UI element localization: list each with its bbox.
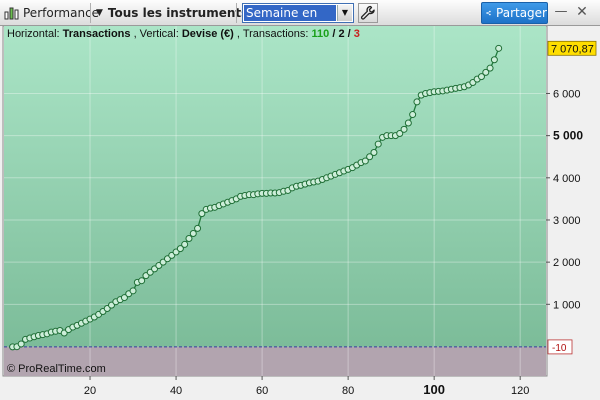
data-point [413, 98, 421, 106]
x-tick-label: 120 [511, 385, 529, 397]
data-point [370, 149, 378, 157]
caret-down-icon[interactable]: ▼ [337, 5, 352, 21]
x-tick-label: 40 [170, 385, 182, 397]
data-point [374, 140, 382, 148]
data-point [409, 111, 417, 119]
close-icon[interactable]: ✕ [574, 4, 590, 22]
minimize-icon[interactable]: — [553, 4, 569, 22]
caret-down-icon: ▼ [96, 8, 103, 18]
share-icon [486, 10, 491, 16]
wrench-icon [360, 5, 375, 20]
share-label: Partager [496, 6, 547, 20]
y-tick-label: 6 000 [553, 88, 581, 100]
data-point [185, 235, 193, 243]
horizontal-label: Horizontal: [7, 28, 63, 40]
y-tick-label: 2 000 [553, 257, 581, 269]
y-tick-label: 3 000 [553, 215, 581, 227]
data-point [486, 64, 494, 72]
toolbar: Performance ▼ Tous les instruments Semai… [0, 0, 600, 36]
data-point [189, 229, 197, 237]
last-value-label: 7 070,87 [551, 43, 594, 55]
y-tick-label: 5 000 [553, 129, 583, 143]
share-button[interactable]: Partager [481, 2, 548, 24]
data-point [194, 224, 202, 232]
vertical-label: , Vertical: [134, 28, 182, 40]
instrument-label: Tous les instruments [107, 6, 249, 20]
horizontal-value: Transactions [63, 28, 131, 40]
baseline-value-label: -10 [552, 343, 567, 354]
settings-button[interactable] [358, 3, 378, 23]
data-point [400, 125, 408, 133]
data-point [138, 277, 146, 285]
performance-label[interactable]: Performance [23, 0, 99, 26]
period-select[interactable]: Semaine en cours ▼ [242, 3, 354, 36]
x-tick-label: 100 [423, 382, 445, 397]
neutral-count: 2 [338, 28, 344, 40]
header-info: Horizontal: Transactions , Vertical: Dev… [7, 28, 360, 40]
data-point [181, 240, 189, 248]
bar-chart-icon[interactable] [4, 6, 20, 20]
x-tick-label: 80 [342, 385, 354, 397]
watermark: © ProRealTime.com [7, 363, 106, 375]
y-tick-label: 1 000 [553, 299, 581, 311]
toolbar-separator [90, 3, 91, 23]
data-point [495, 44, 503, 52]
data-point [129, 287, 137, 295]
winning-count: 110 [312, 28, 330, 40]
data-point [404, 119, 412, 127]
y-tick-label: 4 000 [553, 173, 581, 185]
transactions-label: , Transactions: [237, 28, 312, 40]
losing-count: 3 [354, 28, 360, 40]
period-selected-value: Semaine en cours [244, 5, 336, 36]
data-point [490, 56, 498, 64]
instrument-dropdown[interactable]: ▼ Tous les instruments [96, 0, 248, 26]
positive-area [4, 26, 546, 347]
toolbar-separator [236, 3, 237, 23]
x-tick-label: 20 [84, 385, 96, 397]
vertical-value: Devise (€) [182, 28, 234, 40]
x-tick-label: 60 [256, 385, 268, 397]
chart-panel: 20 40 60 80 100 120 1 000 2 000 3 000 4 000 5 000 6… [0, 26, 600, 400]
performance-chart[interactable]: 20 40 60 80 100 120 1 000 2 000 3 000 4 000 5 000 6… [0, 26, 600, 400]
